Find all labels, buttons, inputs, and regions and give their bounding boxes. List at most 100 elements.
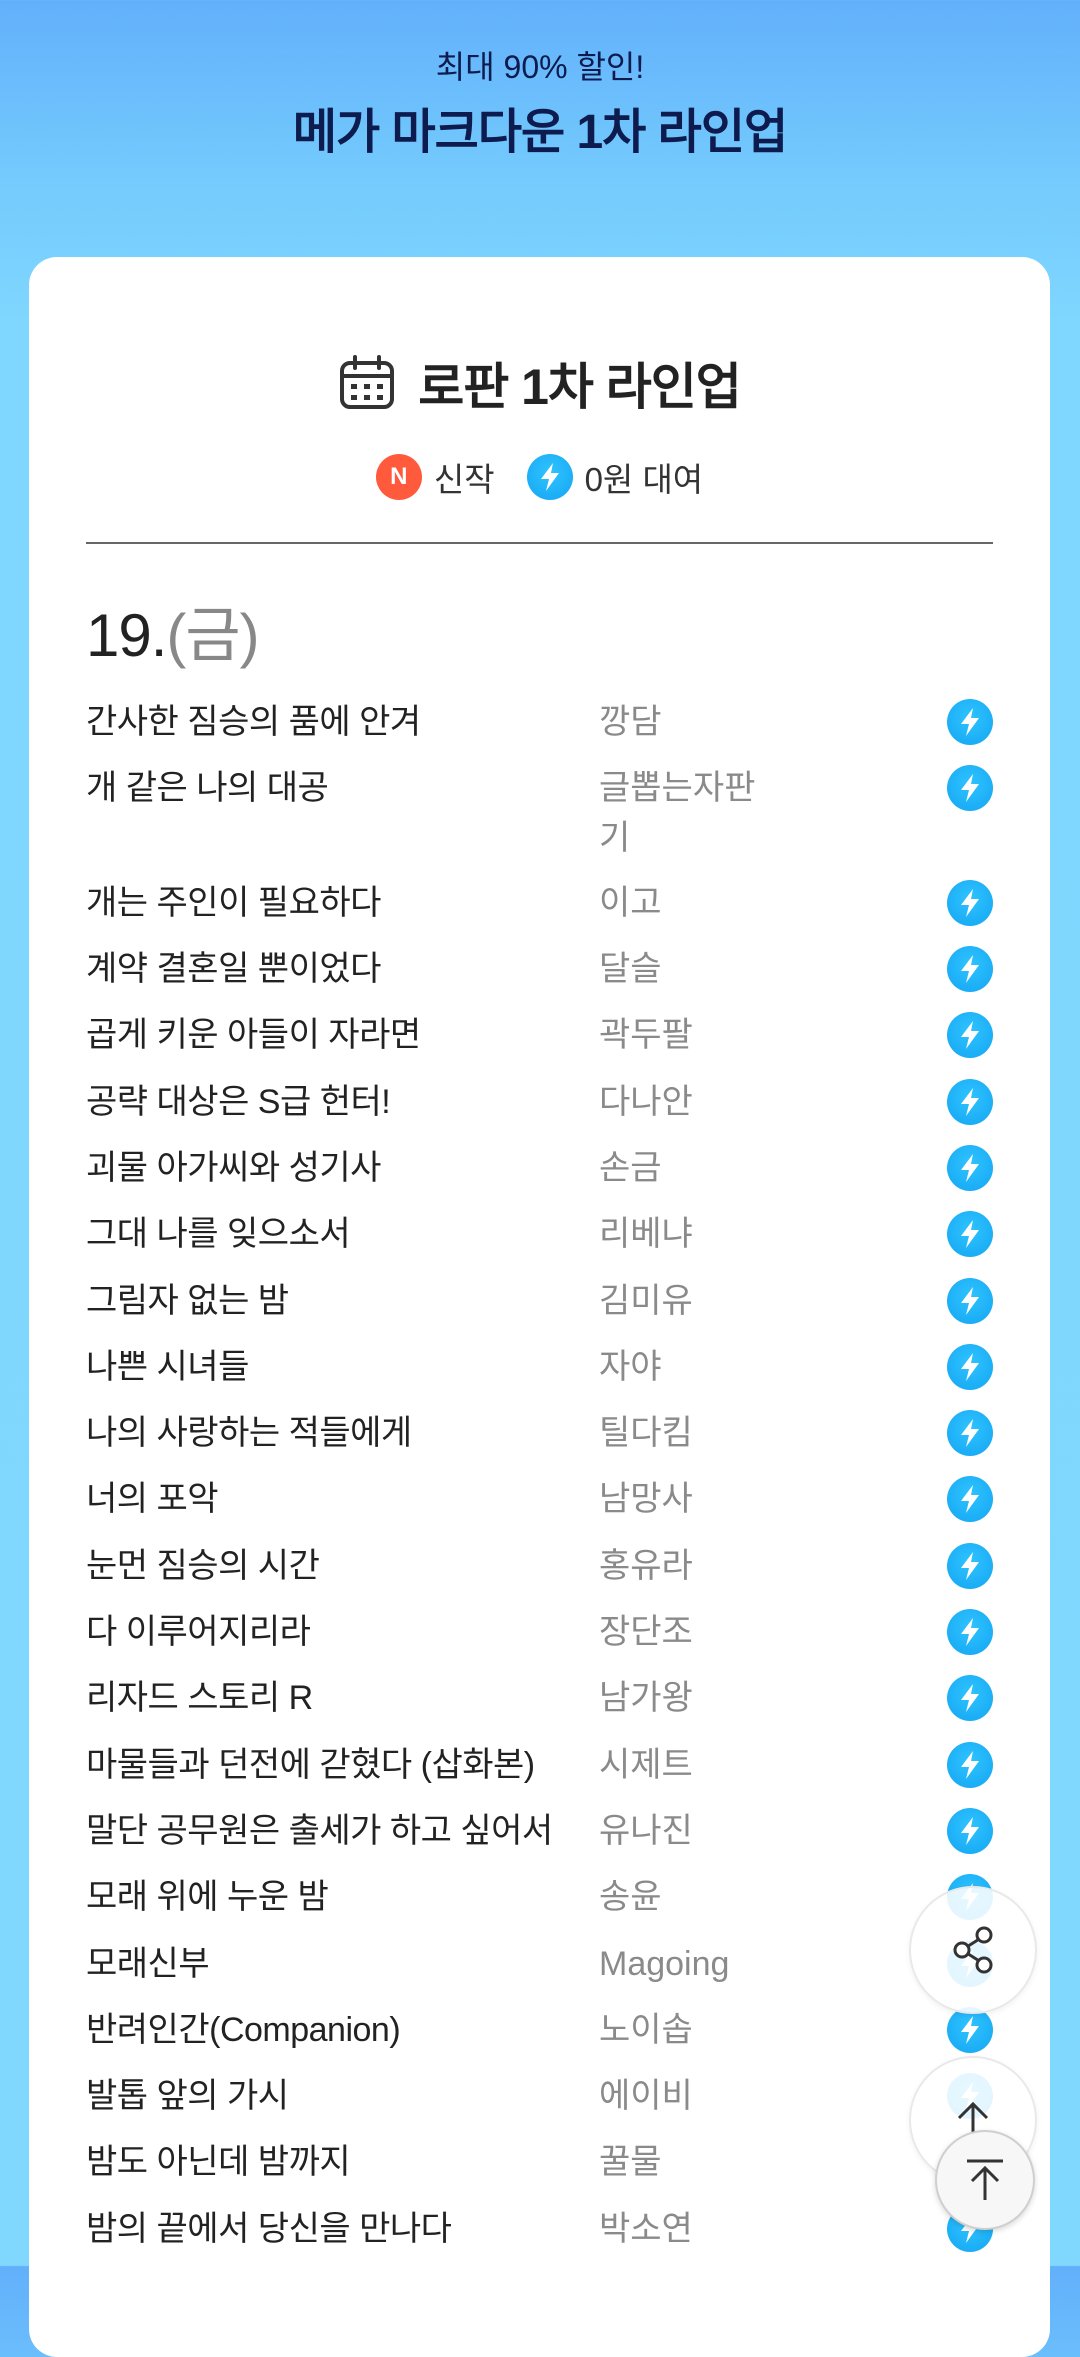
card-header: 로판 1차 라인업 <box>29 347 1050 419</box>
book-title[interactable]: 그림자 없는 밤 <box>86 1276 599 1326</box>
legend: N 신작 0원 대여 <box>29 453 1050 501</box>
legend-free-label: 0원 대여 <box>584 461 704 498</box>
book-title[interactable]: 개는 주인이 필요하다 <box>86 878 599 928</box>
book-row[interactable]: 눈먼 짐승의 시간 홍유라 <box>86 1541 993 1591</box>
lightning-icon <box>947 1609 993 1655</box>
lightning-icon <box>947 1079 993 1125</box>
book-row[interactable]: 모래신부 Magoing <box>86 1939 993 1989</box>
book-row[interactable]: 반려인간(Companion) 노이솝 <box>86 2005 993 2055</box>
book-title[interactable]: 너의 포악 <box>86 1474 599 1524</box>
book-author: Magoing <box>599 1945 730 1983</box>
book-author: 달슬 <box>599 950 662 988</box>
scroll-to-top-button[interactable] <box>935 2130 1035 2230</box>
free-rental-badge <box>947 1211 993 1257</box>
lightning-icon <box>947 1476 993 1522</box>
free-rental-badge <box>947 1012 993 1058</box>
free-rental-badge <box>947 1675 993 1721</box>
calendar-icon <box>340 355 395 409</box>
book-title[interactable]: 말단 공무원은 출세가 하고 싶어서 <box>86 1806 599 1856</box>
book-title[interactable]: 그대 나를 잊으소서 <box>86 1209 599 1259</box>
free-rental-badge <box>947 1410 993 1456</box>
lightning-icon <box>947 1675 993 1721</box>
book-row[interactable]: 마물들과 던전에 갇혔다 (삽화본) 시제트 <box>86 1740 993 1790</box>
book-title[interactable]: 마물들과 던전에 갇혔다 (삽화본) <box>86 1740 599 1790</box>
book-row[interactable]: 개는 주인이 필요하다 이고 <box>86 878 993 928</box>
book-title[interactable]: 공략 대상은 S급 헌터! <box>86 1077 599 1127</box>
book-title[interactable]: 발톱 앞의 가시 <box>86 2071 599 2121</box>
book-row[interactable]: 개 같은 나의 대공 글뽑는자판기 <box>86 763 993 863</box>
book-row[interactable]: 발톱 앞의 가시 에이비 <box>86 2071 993 2121</box>
book-author: 깡담 <box>599 703 662 741</box>
arrow-to-top-icon <box>967 2159 1003 2200</box>
lightning-icon <box>947 1808 993 1854</box>
book-author: 에이비 <box>599 2077 693 2115</box>
book-title[interactable]: 반려인간(Companion) <box>86 2005 599 2055</box>
book-title[interactable]: 리자드 스토리 R <box>86 1673 599 1723</box>
book-row[interactable]: 간사한 짐승의 품에 안겨 깡담 <box>86 697 993 747</box>
book-title[interactable]: 밤의 끝에서 당신을 만나다 <box>86 2204 599 2254</box>
free-rental-badge <box>947 1476 993 1522</box>
free-rental-badge <box>947 1079 993 1125</box>
book-title[interactable]: 나의 사랑하는 적들에게 <box>86 1408 599 1458</box>
divider <box>86 542 993 544</box>
book-title[interactable]: 개 같은 나의 대공 <box>86 763 599 813</box>
lightning-icon <box>947 1278 993 1324</box>
lightning-icon <box>947 1543 993 1589</box>
book-author: 곽두팔 <box>599 1016 693 1054</box>
share-button[interactable] <box>909 1886 1037 2014</box>
book-row[interactable]: 다 이루어지리라 장단조 <box>86 1607 993 1657</box>
book-author: 글뽑는자판기 <box>599 769 756 857</box>
book-author: 유나진 <box>599 1812 693 1850</box>
lightning-icon <box>947 1410 993 1456</box>
lightning-icon <box>947 1211 993 1257</box>
book-title[interactable]: 눈먼 짐승의 시간 <box>86 1541 599 1591</box>
lightning-icon <box>947 765 993 811</box>
free-rental-badge <box>947 1278 993 1324</box>
book-author: 홍유라 <box>599 1547 693 1585</box>
book-row[interactable]: 괴물 아가씨와 성기사 손금 <box>86 1143 993 1193</box>
promo-title: 메가 마크다운 1차 라인업 <box>292 106 788 159</box>
book-row[interactable]: 밤의 끝에서 당신을 만나다 박소연 <box>86 2204 993 2254</box>
book-row[interactable]: 말단 공무원은 출세가 하고 싶어서 유나진 <box>86 1806 993 1856</box>
new-badge-icon: N <box>375 454 422 500</box>
lightning-icon <box>526 454 573 500</box>
book-title[interactable]: 나쁜 시녀들 <box>86 1342 599 1392</box>
book-row[interactable]: 그대 나를 잊으소서 리베냐 <box>86 1209 993 1259</box>
book-row[interactable]: 그림자 없는 밤 김미유 <box>86 1276 993 1326</box>
lightning-icon <box>947 1145 993 1191</box>
date-day: (금) <box>166 602 259 669</box>
book-row[interactable]: 곱게 키운 아들이 자라면 곽두팔 <box>86 1010 993 1060</box>
book-title[interactable]: 간사한 짐승의 품에 안겨 <box>86 697 599 747</box>
book-author: 자야 <box>599 1348 662 1386</box>
book-author: 틸다킴 <box>599 1414 693 1452</box>
book-row[interactable]: 나쁜 시녀들 자야 <box>86 1342 993 1392</box>
book-author: 다나안 <box>599 1083 693 1121</box>
book-row[interactable]: 계약 결혼일 뿐이었다 달슬 <box>86 944 993 994</box>
promo-subtitle: 최대 90% 할인! <box>435 49 645 85</box>
free-rental-badge <box>947 765 993 811</box>
book-title[interactable]: 밤도 아닌데 밤까지 <box>86 2137 599 2187</box>
book-title[interactable]: 계약 결혼일 뿐이었다 <box>86 944 599 994</box>
book-row[interactable]: 모래 위에 누운 밤 송윤 <box>86 1872 993 1922</box>
free-rental-badge <box>947 946 993 992</box>
book-title[interactable]: 모래신부 <box>86 1939 599 1989</box>
book-title[interactable]: 곱게 키운 아들이 자라면 <box>86 1010 599 1060</box>
lightning-icon <box>947 946 993 992</box>
free-rental-badge <box>947 1145 993 1191</box>
book-row[interactable]: 나의 사랑하는 적들에게 틸다킴 <box>86 1408 993 1458</box>
free-rental-badge <box>947 1344 993 1390</box>
date-heading: 19.(금) <box>86 587 260 674</box>
book-title[interactable]: 모래 위에 누운 밤 <box>86 1872 599 1922</box>
book-title[interactable]: 다 이루어지리라 <box>86 1607 599 1657</box>
card-title: 로판 1차 라인업 <box>418 359 742 415</box>
book-author: 남망사 <box>599 1480 693 1518</box>
book-row[interactable]: 밤도 아닌데 밤까지 꿀물 <box>86 2137 993 2187</box>
book-row[interactable]: 너의 포악 남망사 <box>86 1474 993 1524</box>
book-title[interactable]: 괴물 아가씨와 성기사 <box>86 1143 599 1193</box>
book-author: 박소연 <box>599 2210 693 2248</box>
book-row[interactable]: 공략 대상은 S급 헌터! 다나안 <box>86 1077 993 1127</box>
lightning-icon <box>947 699 993 745</box>
book-author: 노이솝 <box>599 2011 693 2049</box>
book-row[interactable]: 리자드 스토리 R 남가왕 <box>86 1673 993 1723</box>
book-author: 장단조 <box>599 1613 693 1651</box>
